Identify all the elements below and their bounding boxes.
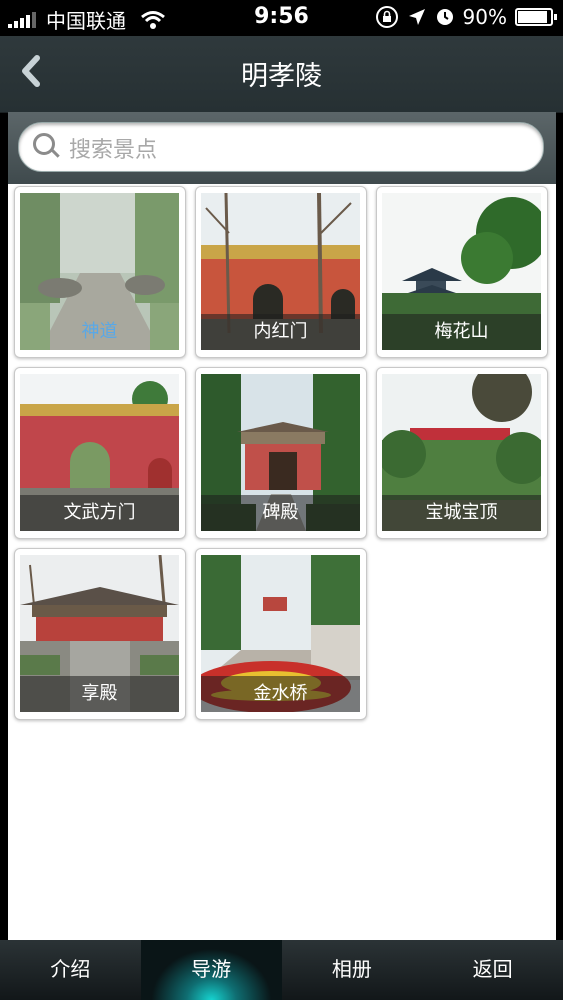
spot-label: 内红门 xyxy=(201,314,360,350)
spot-tile[interactable]: 金水桥 xyxy=(195,548,367,720)
spot-tile[interactable]: 神道 xyxy=(14,186,186,358)
photo-jinshuiqiao: 金水桥 xyxy=(201,555,360,712)
spot-tile[interactable]: 宝城宝顶 xyxy=(376,367,548,539)
search-bar-container: 搜索景点 xyxy=(8,112,556,184)
status-bar: 中国联通 9:56 90% xyxy=(0,0,563,36)
tab-guide[interactable]: 导游 xyxy=(140,940,282,1000)
spot-tile[interactable]: 碑殿 xyxy=(195,367,367,539)
spot-label: 文武方门 xyxy=(20,495,179,531)
navigation-bar: 明孝陵 xyxy=(0,36,563,113)
tab-bar: 介绍 导游 相册 返回 xyxy=(0,940,563,1000)
spot-label: 宝城宝顶 xyxy=(382,495,541,531)
spot-label: 享殿 xyxy=(20,676,179,712)
search-placeholder: 搜索景点 xyxy=(69,138,158,163)
photo-wenwufangmen: 文武方门 xyxy=(20,374,179,531)
spot-label: 金水桥 xyxy=(201,676,360,712)
battery-icon xyxy=(515,8,557,26)
tab-intro[interactable]: 介绍 xyxy=(0,940,141,1000)
photo-xiangdian: 享殿 xyxy=(20,555,179,712)
spot-grid: 神道 内红门 梅花山 文武方门 碑殿 宝城宝顶 享殿 金水桥 xyxy=(8,184,556,940)
page-title: 明孝陵 xyxy=(241,61,322,92)
spot-label: 神道 xyxy=(81,321,118,342)
tab-return[interactable]: 返回 xyxy=(422,940,563,1000)
spot-label: 梅花山 xyxy=(382,314,541,350)
spot-tile[interactable]: 文武方门 xyxy=(14,367,186,539)
spot-tile[interactable]: 享殿 xyxy=(14,548,186,720)
photo-shendao: 神道 xyxy=(20,193,179,350)
photo-baochengbaoding: 宝城宝顶 xyxy=(382,374,541,531)
battery-percent: 90% xyxy=(462,5,507,29)
spot-tile[interactable]: 梅花山 xyxy=(376,186,548,358)
photo-neihongmen: 内红门 xyxy=(201,193,360,350)
spot-tile[interactable]: 内红门 xyxy=(195,186,367,358)
photo-beidian: 碑殿 xyxy=(201,374,360,531)
alarm-clock-icon xyxy=(436,9,453,25)
search-icon xyxy=(33,133,55,155)
spot-label: 碑殿 xyxy=(201,495,360,531)
tab-album[interactable]: 相册 xyxy=(282,940,423,1000)
search-input[interactable]: 搜索景点 xyxy=(18,122,544,172)
photo-meihuashan: 梅花山 xyxy=(382,193,541,350)
location-arrow-icon xyxy=(408,9,425,25)
rotation-lock-icon xyxy=(375,6,398,28)
